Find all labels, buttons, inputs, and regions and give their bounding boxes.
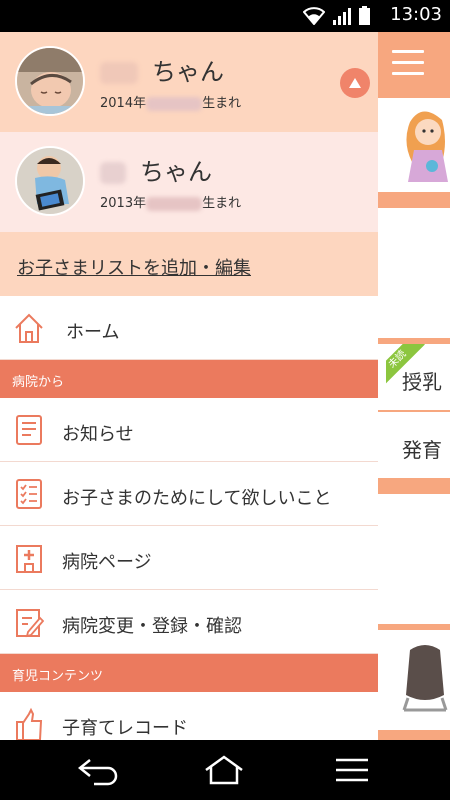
collapse-button[interactable] [340, 68, 370, 98]
child-2-name: ちゃん [100, 152, 212, 187]
menu-item-hospital-change[interactable]: 病院変更・登録・確認 [0, 590, 378, 654]
menu-item-hospital-page[interactable]: 病院ページ [0, 526, 378, 590]
menu-item-home[interactable]: ホーム [0, 296, 378, 360]
content-card-2[interactable] [378, 494, 450, 624]
mascot-illustration [406, 111, 448, 182]
menu-item-hospital-change-label: 病院変更・登録・確認 [62, 616, 242, 637]
edit-icon [16, 609, 44, 638]
menu-item-news[interactable]: お知らせ [0, 398, 378, 462]
menu-item-hospital-page-label: 病院ページ [62, 552, 152, 573]
menu-icon[interactable] [330, 754, 374, 786]
system-nav-bar [0, 740, 450, 800]
navigation-drawer: ちゃん 2014年 生まれ ちゃん 2013年 生まれ お子さまリストを追加・編集 [0, 32, 378, 740]
unread-badge: 未読 [386, 344, 428, 386]
menu-item-parenting-record-label: 子育てレコード [62, 718, 188, 739]
menu-item-home-label: ホーム [66, 322, 120, 343]
news-icon [16, 415, 42, 445]
back-icon[interactable] [76, 754, 120, 786]
child-1-name: ちゃん [100, 52, 224, 87]
section-hospital-header: 病院から [0, 360, 378, 398]
growth-card[interactable]: 発育 [378, 412, 450, 478]
hospital-icon [16, 545, 42, 573]
content-card[interactable] [378, 208, 450, 338]
status-icons [303, 6, 370, 25]
add-edit-children-link[interactable]: お子さまリストを追加・編集 [17, 254, 251, 280]
child-2-birth: 2013年 生まれ [100, 196, 242, 211]
baby-bouncer-image [402, 645, 448, 712]
growth-label: 発育 [402, 438, 442, 462]
checklist-icon [16, 479, 42, 509]
chevron-up-icon [349, 78, 361, 88]
clock: 13:03 [390, 4, 442, 25]
nav-home-icon[interactable] [202, 754, 246, 786]
home-icon [15, 313, 43, 343]
child-entry-1[interactable]: ちゃん 2014年 生まれ [0, 32, 378, 132]
child-entry-2[interactable]: ちゃん 2013年 生まれ [0, 132, 378, 232]
menu-button[interactable] [388, 42, 428, 82]
battery-icon [359, 6, 370, 25]
child-1-birth: 2014年 生まれ [100, 96, 242, 111]
wifi-icon [303, 7, 325, 25]
illustration-card[interactable] [378, 98, 450, 192]
signal-icon [333, 8, 351, 25]
child-1-avatar [15, 46, 85, 116]
menu-item-todo-label: お子さまのためにして欲しいこと [62, 488, 332, 509]
add-edit-children-row: お子さまリストを追加・編集 [0, 232, 378, 296]
menu-item-todo[interactable]: お子さまのためにして欲しいこと [0, 462, 378, 526]
background-page: 授乳 未読 発育 [378, 32, 450, 740]
status-bar: 13:03 [0, 0, 450, 32]
section-parenting-header: 育児コンテンツ [0, 654, 378, 692]
menu-item-parenting-record[interactable]: 子育てレコード [0, 692, 378, 740]
child-2-avatar [15, 146, 85, 216]
menu-item-news-label: お知らせ [62, 424, 134, 445]
thumbs-up-icon [16, 707, 43, 740]
product-card[interactable] [378, 630, 450, 730]
